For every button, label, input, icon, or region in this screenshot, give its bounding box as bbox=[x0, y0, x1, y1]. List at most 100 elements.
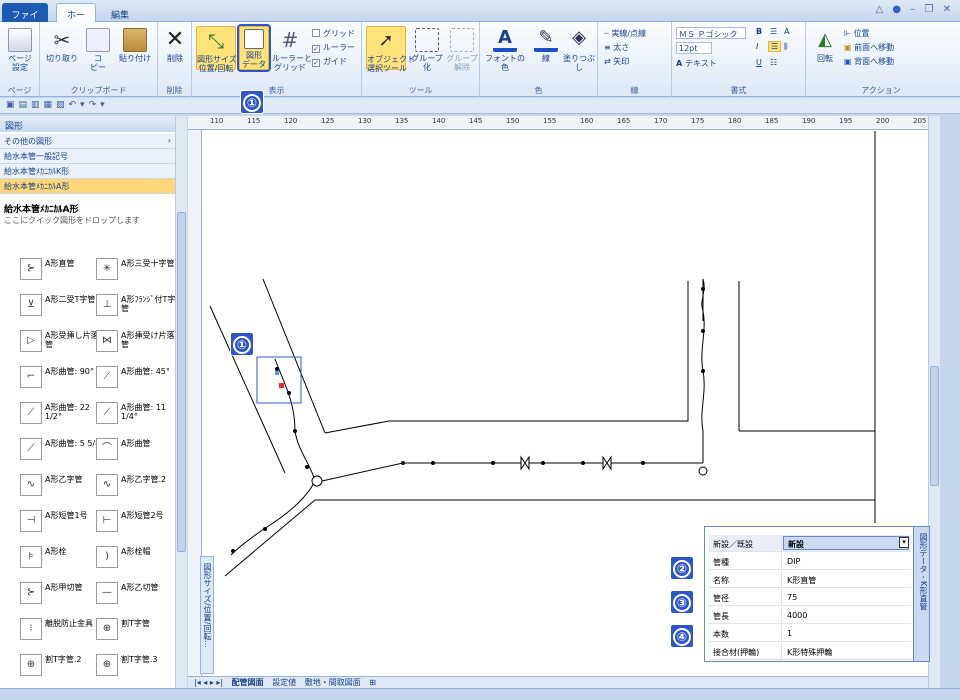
master-shape[interactable]: ∿ A形乙字管 bbox=[20, 472, 104, 502]
rotate-button[interactable]: ◭ 回転 bbox=[812, 28, 838, 63]
page-tab-settings[interactable]: 設定値 bbox=[272, 678, 296, 687]
shape-data-row[interactable]: 管径 75 bbox=[709, 589, 911, 606]
master-shape[interactable]: ⊢ A形短管2号 bbox=[96, 508, 180, 538]
guide-checkbox[interactable]: ✓ ガイド bbox=[312, 56, 347, 67]
font-size-dropdown[interactable]: 12pt bbox=[676, 42, 712, 54]
pointer-tool-button[interactable]: ➚ オブジェクト 選択ツール bbox=[366, 26, 415, 73]
group-button[interactable]: グループ化 bbox=[410, 28, 444, 72]
ruler-checkbox[interactable]: ✓ ルーラー bbox=[312, 42, 355, 53]
tab-edit[interactable]: 編集 bbox=[100, 3, 140, 22]
master-shape[interactable]: ✳ A形三受十字管 bbox=[96, 256, 180, 286]
arrow-dropdown[interactable]: ⇄ 矢印 bbox=[604, 56, 629, 67]
line-style-dropdown[interactable]: ┄ 実線/点線 bbox=[604, 28, 646, 39]
ungroup-button[interactable]: グループ 解除 bbox=[446, 28, 478, 72]
page-setup-button[interactable]: ページ 設定 bbox=[4, 28, 36, 72]
master-shape-label: A形挿受け片落管 bbox=[121, 331, 175, 349]
size-position-button[interactable]: ⤡ 図形サイズ 位置/回転 bbox=[196, 26, 237, 73]
master-shape[interactable]: ) A形栓帽 bbox=[96, 544, 180, 574]
send-back-button[interactable]: ▣ 背面へ移動 bbox=[844, 56, 894, 67]
position-dropdown[interactable]: ⊩ 位置 bbox=[844, 28, 870, 39]
master-shape[interactable]: ⁝ 離脱防止金具 bbox=[20, 616, 104, 646]
bullets-icon[interactable]: ☷ bbox=[770, 58, 777, 67]
shape-data-value[interactable]: 4000 bbox=[787, 611, 807, 620]
qat-icons[interactable]: ▣▤▥▦▧↶▾↷▾ bbox=[6, 100, 109, 110]
shape-data-value[interactable]: K形直管 bbox=[787, 575, 816, 586]
font-grow-icon[interactable]: A bbox=[784, 27, 789, 36]
master-shape[interactable]: ⟋ A形曲管: 5 5/8° bbox=[20, 436, 104, 466]
page-tab-site[interactable]: 敷地・間取図面 bbox=[305, 678, 361, 687]
line-color-button[interactable]: ✎ 線 bbox=[532, 28, 560, 63]
master-shape[interactable]: ⊣ A形短管1号 bbox=[20, 508, 104, 538]
shape-data-button[interactable]: 図形 データ bbox=[237, 24, 271, 72]
align-center-icon[interactable]: ☰ bbox=[768, 41, 782, 52]
tab-file[interactable]: ファイル bbox=[2, 3, 48, 34]
collapse-ribbon-icon[interactable]: △ bbox=[875, 4, 886, 15]
status-dropdown[interactable]: 新設 bbox=[783, 536, 909, 550]
master-shape[interactable]: ⌐ A形曲管: 90° bbox=[20, 364, 104, 394]
master-shape[interactable]: ⋈ A形挿受け片落管 bbox=[96, 328, 180, 358]
insert-page-icon[interactable]: ⊞ bbox=[369, 678, 376, 687]
stencil-a-type[interactable]: 給水本管ﾒｶﾆｶﾙA形 bbox=[0, 179, 175, 194]
pointer-icon: ➚ bbox=[378, 30, 394, 51]
delete-button[interactable]: ✕ 削除 bbox=[161, 28, 189, 64]
underline-button[interactable]: U bbox=[756, 58, 762, 67]
shape-data-row[interactable]: 管長 4000 bbox=[709, 607, 911, 624]
shape-data-row[interactable]: 接合材(押輪) K形特殊押輪 bbox=[709, 643, 911, 660]
paste-button[interactable]: 貼り付け bbox=[116, 28, 154, 63]
master-shape[interactable]: ⊥ A形ﾌﾗﾝｼﾞ付T字管 bbox=[96, 292, 180, 322]
master-shape[interactable]: ⟋ A形曲管: 22 1/2° bbox=[20, 400, 104, 430]
stencil-general[interactable]: 給水本管一般記号 bbox=[0, 149, 175, 164]
master-shape[interactable]: ⊕ 割T字管.2 bbox=[20, 652, 104, 682]
master-shape[interactable]: ⊻ A形二受T字管 bbox=[20, 292, 104, 322]
minimize-icon[interactable]: – bbox=[910, 4, 918, 15]
master-shape[interactable]: ⟋ A形曲管: 45° bbox=[96, 364, 180, 394]
align-icon[interactable]: ☰ bbox=[770, 27, 777, 36]
font-color-button[interactable]: A フォントの色 bbox=[482, 28, 528, 73]
stencil-k-type[interactable]: 給水本管ﾒｶﾆｶﾙK形 bbox=[0, 164, 175, 179]
restore-icon[interactable]: ❐ bbox=[924, 4, 936, 15]
fill-color-button[interactable]: ◈ 塗りつぶし bbox=[562, 28, 596, 73]
callout-badge-2: ② bbox=[670, 556, 694, 580]
shape-data-value[interactable]: DIP bbox=[787, 557, 800, 566]
master-shape[interactable]: ⊧ A形栓 bbox=[20, 544, 104, 574]
master-shape[interactable]: ⊕ 割T字管 bbox=[96, 616, 180, 646]
shape-data-row[interactable]: 管種 DIP bbox=[709, 553, 911, 570]
window-controls[interactable]: △ ● – ❐ ✕ bbox=[875, 4, 954, 15]
page-tab-piping[interactable]: 配管図面 bbox=[232, 678, 264, 687]
pipe-joint-icon bbox=[231, 549, 235, 553]
shape-data-row[interactable]: 新設／既設 新設 ▾ bbox=[709, 535, 911, 552]
close-icon[interactable]: ✕ bbox=[943, 4, 954, 15]
master-shape[interactable]: ⊕ 割T字管.3 bbox=[96, 652, 180, 682]
help-icon[interactable]: ● bbox=[892, 4, 904, 15]
bring-front-button[interactable]: ▣ 前面へ移動 bbox=[844, 42, 894, 53]
master-shape[interactable]: ∿ A形乙字管.2 bbox=[96, 472, 180, 502]
cut-button[interactable]: ✂ 切り取り bbox=[44, 28, 80, 63]
page-nav-icon[interactable]: |◂ ◂ ▸ ▸| bbox=[194, 678, 223, 687]
master-shape[interactable]: ⌒ A形曲管 bbox=[96, 436, 180, 466]
master-shape[interactable]: ⊱ A形直管 bbox=[20, 256, 104, 286]
scroll-thumb[interactable] bbox=[930, 366, 939, 486]
master-shape[interactable]: — A形乙切管 bbox=[96, 580, 180, 610]
master-shape[interactable]: ▷ A形受挿し片落管 bbox=[20, 328, 104, 358]
italic-button[interactable]: I bbox=[756, 42, 758, 51]
font-name-dropdown[interactable]: ＭＳ Ｐゴシック bbox=[676, 27, 746, 39]
ruler-grid-button[interactable]: # ルーラーと グリッド bbox=[272, 28, 312, 72]
chevron-down-icon[interactable]: ▾ bbox=[899, 537, 909, 548]
align-justify-icon[interactable]: ⫼ bbox=[784, 42, 788, 52]
tab-home[interactable]: ホーム bbox=[56, 3, 96, 34]
stencil-other-shapes[interactable]: その他の図形 › bbox=[0, 134, 175, 149]
master-shape[interactable]: ⟋ A形曲管: 11 1/4° bbox=[96, 400, 180, 430]
size-position-panel[interactable]: 図形サイズ/位置/回転... bbox=[200, 556, 214, 674]
shape-data-row[interactable]: 名称 K形直管 bbox=[709, 571, 911, 588]
shape-data-value[interactable]: 75 bbox=[787, 593, 797, 602]
copy-button[interactable]: コ ピー bbox=[84, 28, 112, 72]
grid-checkbox[interactable]: グリッド bbox=[312, 28, 355, 39]
text-tool-button[interactable]: A テキスト bbox=[676, 58, 717, 69]
shape-data-value[interactable]: K形特殊押輪 bbox=[787, 647, 832, 658]
master-shape[interactable]: ⊱ A形甲切管 bbox=[20, 580, 104, 610]
selection-box[interactable] bbox=[256, 356, 302, 404]
shape-data-value[interactable]: 1 bbox=[787, 629, 792, 638]
shape-data-row[interactable]: 本数 1 bbox=[709, 625, 911, 642]
bold-button[interactable]: B bbox=[756, 27, 762, 36]
line-weight-dropdown[interactable]: ≡ 太さ bbox=[604, 42, 629, 53]
